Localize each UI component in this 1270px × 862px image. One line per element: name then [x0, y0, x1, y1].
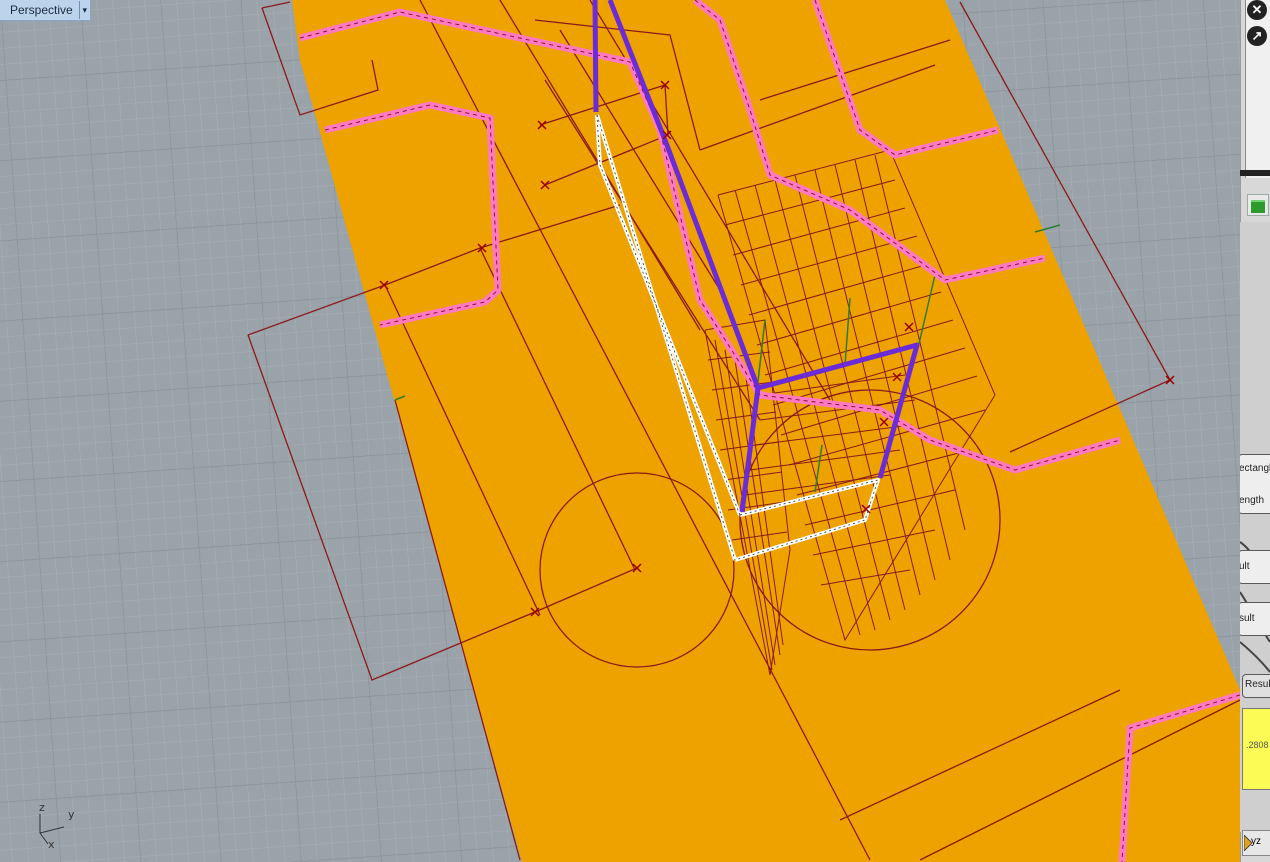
- axis-label-x: x: [48, 838, 55, 851]
- result-label-3: Result: [1245, 679, 1270, 690]
- bottom-component[interactable]: yz: [1242, 830, 1270, 856]
- close-icon[interactable]: ✕: [1247, 0, 1267, 20]
- rectangle-component[interactable]: ectangl ength: [1240, 454, 1270, 514]
- open-file-icon[interactable]: [1247, 194, 1269, 216]
- result-label-2: sult: [1240, 613, 1255, 624]
- panel-value: .2808: [1246, 740, 1269, 750]
- axis-label-z: z: [39, 801, 45, 814]
- viewport-title-tab[interactable]: Perspective ▾: [0, 0, 91, 21]
- viewport-canvas[interactable]: [0, 0, 1240, 862]
- folder-icon: [1251, 200, 1265, 213]
- pin-icon[interactable]: ↗: [1247, 26, 1267, 46]
- length-label: ength: [1240, 495, 1265, 506]
- result-component-3[interactable]: Result: [1242, 674, 1270, 698]
- side-panel-divider: [1240, 170, 1270, 176]
- bottom-label: yz: [1251, 836, 1261, 847]
- result-component-2[interactable]: sult: [1240, 602, 1270, 636]
- viewport-title[interactable]: Perspective: [0, 0, 79, 20]
- rhino-viewport[interactable]: [0, 0, 1240, 862]
- axis-gizmo: z y x: [34, 800, 84, 855]
- value-panel[interactable]: .2808: [1242, 708, 1270, 790]
- result-component-1[interactable]: ult: [1240, 550, 1270, 584]
- result-label-1: ult: [1240, 561, 1250, 572]
- rectangle-label: ectangl: [1240, 463, 1270, 474]
- viewport-menu-dropdown-icon[interactable]: ▾: [78, 1, 90, 19]
- axis-label-y: y: [68, 808, 75, 821]
